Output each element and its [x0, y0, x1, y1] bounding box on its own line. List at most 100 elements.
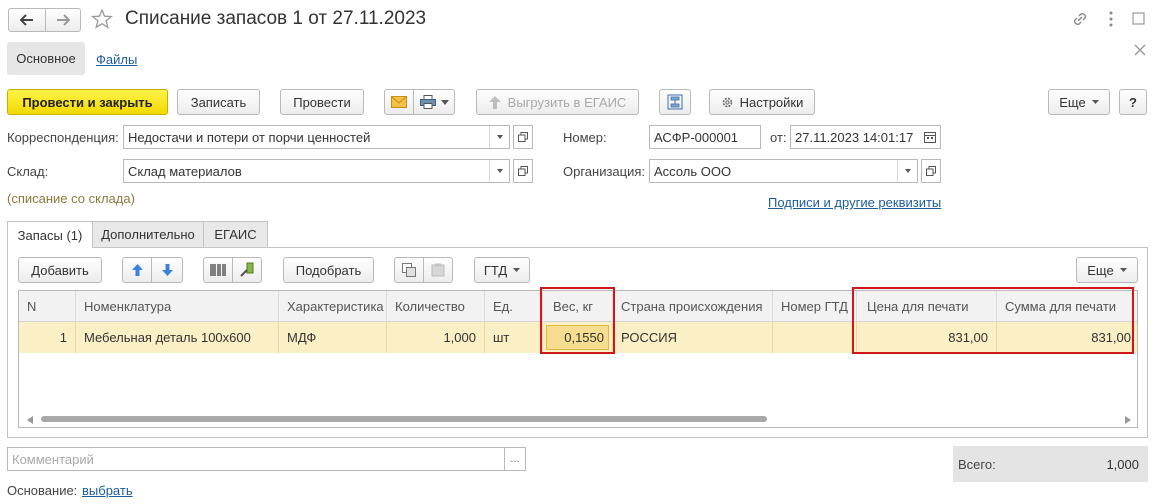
copy-icon	[402, 263, 416, 277]
col-unit[interactable]: Ед.	[485, 291, 543, 322]
tab-main-label: Основное	[16, 51, 76, 66]
tab-egais[interactable]: ЕГАИС	[203, 221, 268, 247]
arrow-up-icon	[131, 264, 143, 276]
gear-icon	[722, 97, 732, 107]
post-and-close-button[interactable]: Провести и закрыть	[7, 89, 168, 115]
warehouse-field[interactable]: Склад материалов	[123, 159, 510, 183]
horizontal-scrollbar[interactable]	[19, 413, 1137, 427]
basis-label: Основание:	[7, 483, 78, 498]
cell-weight[interactable]: 0,1550	[543, 322, 613, 353]
table-row[interactable]: 1 Мебельная деталь 100х600 МДФ 1,000 шт …	[19, 322, 1137, 353]
more-button[interactable]: Еще	[1048, 89, 1110, 115]
scroll-left-icon[interactable]	[27, 416, 33, 424]
tab-files[interactable]: Файлы	[96, 52, 137, 67]
cell-print-sum[interactable]: 831,00	[997, 322, 1137, 353]
signatures-link[interactable]: Подписи и другие реквизиты	[768, 195, 941, 210]
cell-country[interactable]: РОССИЯ	[613, 322, 773, 353]
settings-button[interactable]: Настройки	[709, 89, 815, 115]
paste-button[interactable]	[423, 257, 453, 283]
help-button[interactable]: ?	[1119, 89, 1147, 115]
cell-characteristic[interactable]: МДФ	[279, 322, 387, 353]
structure-button[interactable]	[659, 89, 691, 115]
tab-stock[interactable]: Запасы (1)	[7, 221, 93, 248]
table-more-button[interactable]: Еще	[1076, 257, 1138, 283]
export-egais-button[interactable]: Выгрузить в ЕГАИС	[476, 89, 639, 115]
date-label: от:	[770, 130, 787, 145]
basis-link[interactable]: выбрать	[82, 483, 133, 498]
date-field[interactable]: 27.11.2023 14:01:17	[790, 125, 941, 149]
cell-unit[interactable]: шт	[485, 322, 543, 353]
arrow-right-icon	[57, 14, 70, 26]
org-field[interactable]: Ассоль ООО	[649, 159, 918, 183]
col-characteristic[interactable]: Характеристика	[279, 291, 387, 322]
dropdown-arrow-icon[interactable]	[489, 160, 509, 182]
warehouse-label: Склад:	[7, 164, 49, 179]
open-icon	[926, 166, 936, 176]
org-value: Ассоль ООО	[654, 163, 732, 179]
col-nomenclature[interactable]: Номенклатура	[76, 291, 279, 322]
col-print-sum[interactable]: Сумма для печати	[997, 291, 1137, 322]
move-down-button[interactable]	[151, 257, 183, 283]
dropdown-arrow-icon[interactable]	[489, 126, 509, 148]
email-button[interactable]	[384, 89, 414, 115]
chevron-down-icon	[440, 99, 449, 105]
add-row-button[interactable]: Добавить	[18, 257, 102, 283]
col-country[interactable]: Страна происхождения	[613, 291, 773, 322]
scrollbar-thumb[interactable]	[41, 416, 767, 422]
close-icon[interactable]	[1134, 44, 1146, 56]
tab-additional[interactable]: Дополнительно	[92, 221, 204, 247]
table-header: N Номенклатура Характеристика Количество…	[19, 291, 1137, 322]
move-up-button[interactable]	[122, 257, 152, 283]
arrow-left-icon	[20, 14, 33, 26]
cell-weight-editor[interactable]: 0,1550	[546, 325, 609, 350]
stock-table[interactable]: N Номенклатура Характеристика Количество…	[18, 290, 1138, 428]
export-egais-label: Выгрузить в ЕГАИС	[507, 94, 627, 110]
comment-input[interactable]: Комментарий	[7, 447, 505, 471]
window-title: Списание запасов 1 от 27.11.2023	[125, 8, 427, 29]
cell-weight-value: 0,1550	[564, 330, 604, 345]
ellipsis-icon: ...	[510, 452, 520, 465]
comment-expand-button[interactable]: ...	[504, 447, 526, 471]
col-quantity[interactable]: Количество	[387, 291, 485, 322]
cell-n: 1	[19, 322, 76, 353]
forward-button[interactable]	[45, 8, 81, 32]
print-button[interactable]	[413, 89, 455, 115]
more-vertical-icon[interactable]	[1108, 11, 1114, 27]
cell-print-price[interactable]: 831,00	[857, 322, 997, 353]
pick-button[interactable]: Подобрать	[283, 257, 374, 283]
open-warehouse-button[interactable]	[513, 159, 533, 183]
gtd-button[interactable]: ГТД	[474, 257, 530, 283]
open-org-button[interactable]	[921, 159, 941, 183]
scroll-right-icon[interactable]	[1125, 416, 1131, 424]
back-button[interactable]	[8, 8, 46, 32]
dropdown-arrow-icon[interactable]	[897, 160, 917, 182]
hierarchy-icon	[667, 94, 683, 110]
cell-nomenclature[interactable]: Мебельная деталь 100х600	[76, 322, 279, 353]
link-icon[interactable]	[1071, 10, 1089, 28]
cell-quantity[interactable]: 1,000	[387, 322, 485, 353]
col-gtd[interactable]: Номер ГТД	[773, 291, 857, 322]
restore-window-icon[interactable]	[1132, 12, 1145, 25]
calendar-icon[interactable]	[924, 131, 936, 143]
chevron-down-icon	[1119, 268, 1127, 272]
total-label: Всего:	[958, 457, 996, 472]
col-n[interactable]: N	[19, 291, 76, 322]
post-button[interactable]: Провести	[280, 89, 364, 115]
number-field[interactable]: АСФР-000001	[649, 125, 761, 149]
date-value: 27.11.2023 14:01:17	[795, 129, 914, 145]
correspondence-label: Корреспонденция:	[7, 130, 119, 145]
scanner-button[interactable]	[232, 257, 262, 283]
chevron-down-icon	[513, 268, 521, 272]
cell-gtd[interactable]	[773, 322, 857, 353]
open-correspondence-button[interactable]	[513, 125, 533, 149]
save-button[interactable]: Записать	[177, 89, 260, 115]
barcode-button[interactable]	[203, 257, 233, 283]
tab-main[interactable]: Основное	[7, 42, 85, 75]
copy-button[interactable]	[394, 257, 424, 283]
favorite-star-icon[interactable]	[91, 8, 113, 30]
printer-icon	[419, 95, 436, 109]
barcode-icon	[210, 264, 226, 276]
col-print-price[interactable]: Цена для печати	[857, 291, 997, 322]
col-weight[interactable]: Вес, кг	[543, 291, 613, 322]
correspondence-field[interactable]: Недостачи и потери от порчи ценностей	[123, 125, 510, 149]
